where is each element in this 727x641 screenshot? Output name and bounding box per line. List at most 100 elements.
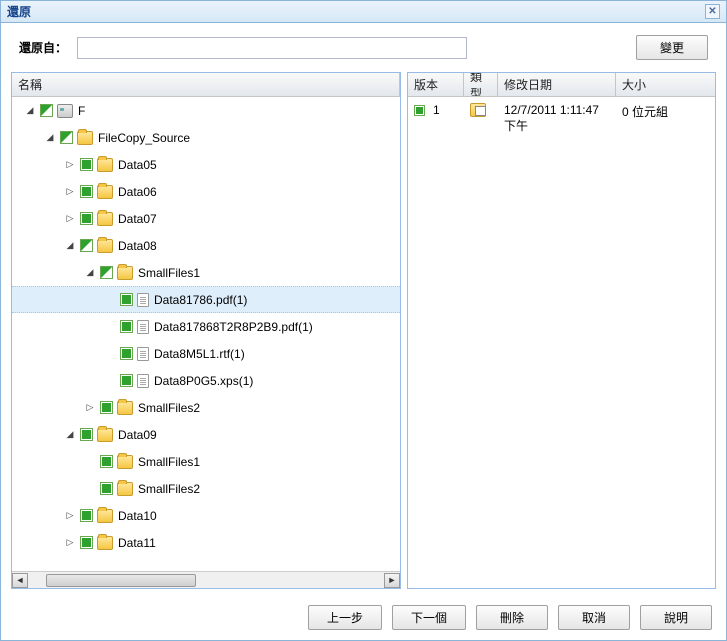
checkbox[interactable] [120, 320, 133, 333]
main-panels: 名稱 ◢F◢FileCopy_Source▷Data05▷Data06▷Data… [1, 72, 726, 597]
cancel-button[interactable]: 取消 [558, 605, 630, 630]
next-button[interactable]: 下一個 [392, 605, 466, 630]
restore-from-label: 還原自： [19, 39, 67, 56]
tree-row[interactable]: ◢ Data08 [12, 232, 400, 259]
checkbox[interactable] [100, 266, 113, 279]
collapse-icon[interactable]: ◢ [84, 267, 96, 279]
col-type[interactable]: 類型 [464, 73, 498, 96]
checkbox[interactable] [80, 536, 93, 549]
tree-row[interactable]: ▷SmallFiles2 [12, 394, 400, 421]
tree-row[interactable]: ·SmallFiles1 [12, 448, 400, 475]
tree-row[interactable]: ▷Data06 [12, 178, 400, 205]
grid-body[interactable]: 1 12/7/2011 1:11:47 下午0 位元組 [408, 97, 715, 588]
restore-from-bar: 還原自： 變更 [1, 23, 726, 72]
checkbox[interactable] [80, 212, 93, 225]
tree-row[interactable]: ◢FileCopy_Source [12, 124, 400, 151]
tree-header-row: 名稱 [12, 73, 400, 97]
grid-row[interactable]: 1 12/7/2011 1:11:47 下午0 位元組 [408, 97, 715, 140]
checkbox[interactable] [80, 185, 93, 198]
tree-row[interactable]: ◢SmallFiles1 [12, 259, 400, 286]
scroll-thumb[interactable] [46, 574, 196, 587]
checkbox[interactable] [414, 105, 425, 116]
expand-icon[interactable]: ▷ [64, 510, 76, 522]
close-icon[interactable]: ✕ [705, 4, 720, 19]
checkbox[interactable] [100, 455, 113, 468]
folder-icon [117, 401, 133, 415]
folder-copy-icon [470, 103, 486, 117]
tree-row[interactable]: ·Data8M5L1.rtf(1) [12, 340, 400, 367]
checkbox[interactable] [120, 374, 133, 387]
folder-icon [97, 212, 113, 226]
restore-dialog: 還原 ✕ 還原自： 變更 名稱 ◢F◢FileCopy_Source▷Data0… [0, 0, 727, 641]
expand-icon[interactable]: ▷ [64, 537, 76, 549]
tree-row-label: Data05 [118, 158, 157, 172]
expand-icon[interactable]: ▷ [64, 186, 76, 198]
tree-row[interactable]: ·Data8P0G5.xps(1) [12, 367, 400, 394]
checkbox[interactable] [80, 239, 93, 252]
tree-row-label: Data10 [118, 509, 157, 523]
tree-row[interactable]: ◢F [12, 97, 400, 124]
tree-row-label: Data817868T2R8P2B9.pdf(1) [154, 320, 313, 334]
delete-button[interactable]: 刪除 [476, 605, 548, 630]
checkbox[interactable] [80, 158, 93, 171]
tree-body[interactable]: ◢F◢FileCopy_Source▷Data05▷Data06▷Data07◢… [12, 97, 400, 571]
cell-type [464, 101, 498, 122]
scroll-left-arrow-icon[interactable]: ◄ [12, 573, 28, 588]
folder-icon [117, 482, 133, 496]
checkbox[interactable] [60, 131, 73, 144]
prev-button[interactable]: 上一步 [308, 605, 382, 630]
folder-icon [97, 158, 113, 172]
tree-row[interactable]: ◢ Data09 [12, 421, 400, 448]
folder-icon [97, 428, 113, 442]
collapse-icon[interactable]: ◢ [64, 240, 76, 252]
col-modified[interactable]: 修改日期 [498, 73, 616, 96]
checkbox[interactable] [100, 482, 113, 495]
checkbox[interactable] [80, 428, 93, 441]
expand-icon[interactable]: ▷ [64, 159, 76, 171]
folder-icon [117, 455, 133, 469]
grid-header-row: 版本 類型 修改日期 大小 [408, 73, 715, 97]
tree-row-label: Data8P0G5.xps(1) [154, 374, 253, 388]
collapse-icon[interactable]: ◢ [24, 105, 36, 117]
scroll-right-arrow-icon[interactable]: ► [384, 573, 400, 588]
drive-icon [57, 104, 73, 118]
cell-version: 1 [408, 101, 464, 119]
titlebar[interactable]: 還原 ✕ [1, 1, 726, 23]
expand-icon[interactable]: ▷ [64, 213, 76, 225]
tree-row-label: Data08 [118, 239, 157, 253]
tree-row[interactable]: ▷ Data11 [12, 529, 400, 556]
tree-row[interactable]: ▷ Data05 [12, 151, 400, 178]
tree-row-label: Data09 [118, 428, 157, 442]
checkbox[interactable] [100, 401, 113, 414]
collapse-icon[interactable]: ◢ [44, 132, 56, 144]
cell-modified: 12/7/2011 1:11:47 下午 [498, 101, 616, 136]
tree-header-name[interactable]: 名稱 [12, 73, 400, 96]
tree-row-label: Data11 [118, 536, 156, 550]
change-button[interactable]: 變更 [636, 35, 708, 60]
help-button[interactable]: 說明 [640, 605, 712, 630]
col-version[interactable]: 版本 [408, 73, 464, 96]
tree-row[interactable]: ·Data817868T2R8P2B9.pdf(1) [12, 313, 400, 340]
folder-icon [97, 536, 113, 550]
tree-row[interactable]: ▷ Data10 [12, 502, 400, 529]
folder-icon [117, 266, 133, 280]
tree-row-label: F [78, 104, 85, 118]
file-icon [137, 374, 149, 388]
folder-icon [77, 131, 93, 145]
tree-row[interactable]: ·Data81786.pdf(1) [12, 286, 400, 313]
cell-size: 0 位元組 [616, 101, 715, 122]
checkbox[interactable] [120, 293, 133, 306]
tree-row-label: Data8M5L1.rtf(1) [154, 347, 245, 361]
folder-icon [97, 509, 113, 523]
collapse-icon[interactable]: ◢ [64, 429, 76, 441]
expand-icon[interactable]: ▷ [84, 402, 96, 414]
tree-row[interactable]: ▷Data07 [12, 205, 400, 232]
col-size[interactable]: 大小 [616, 73, 715, 96]
checkbox[interactable] [120, 347, 133, 360]
checkbox[interactable] [40, 104, 53, 117]
checkbox[interactable] [80, 509, 93, 522]
tree-row[interactable]: ·SmallFiles2 [12, 475, 400, 502]
tree-hscrollbar[interactable]: ◄ ► [12, 571, 400, 588]
restore-from-input[interactable] [77, 37, 467, 59]
details-panel: 版本 類型 修改日期 大小 1 12/7/2011 1:11:47 下午0 位元組 [407, 72, 716, 589]
